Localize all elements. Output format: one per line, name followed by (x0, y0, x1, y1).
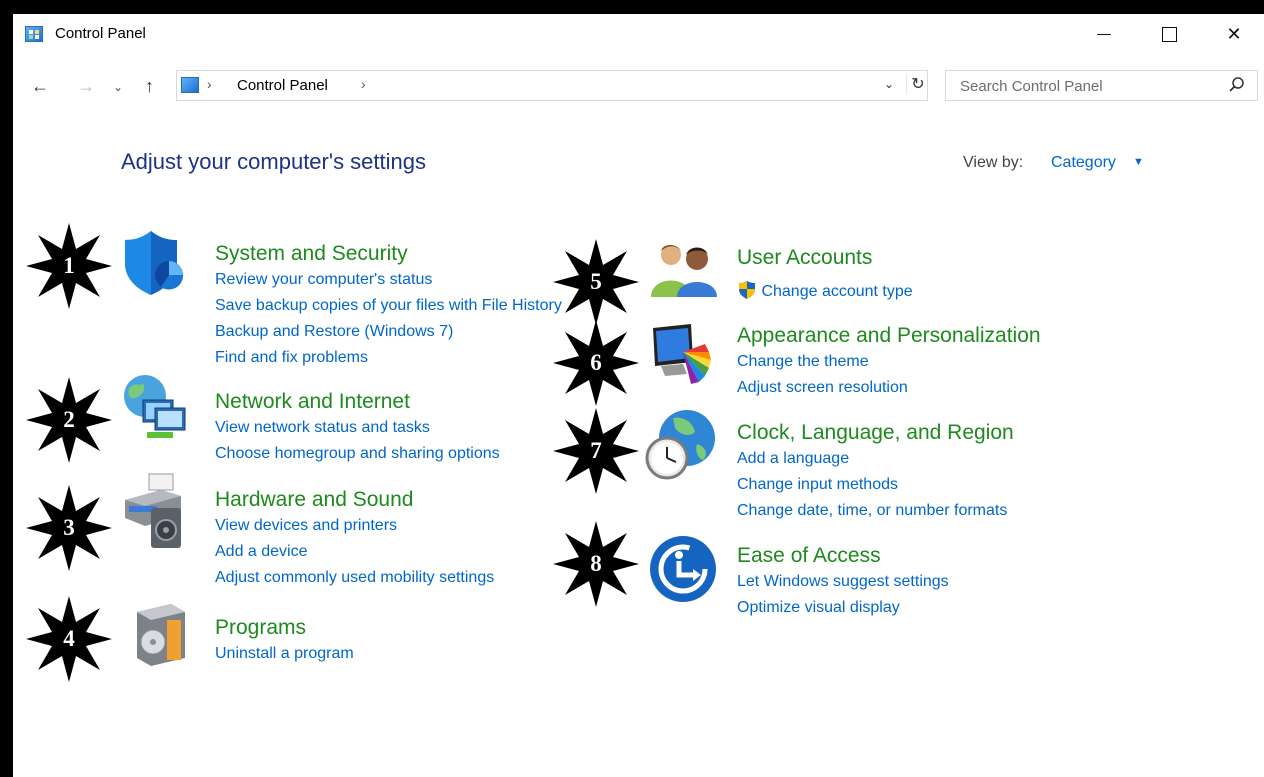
link-add-device[interactable]: Add a device (215, 539, 494, 565)
marker-label-7: 7 (590, 438, 602, 463)
view-by-dropdown[interactable]: Category (1051, 154, 1116, 172)
close-icon: ✕ (1226, 23, 1242, 44)
marker-label-2: 2 (63, 407, 75, 432)
link-input-methods[interactable]: Change input methods (737, 472, 1014, 498)
shield-icon (125, 231, 184, 295)
link-date-time-formats[interactable]: Change date, time, or number formats (737, 498, 1014, 524)
link-add-language[interactable]: Add a language (737, 446, 1014, 472)
category-appearance: Appearance and Personalization Change th… (737, 323, 1041, 401)
ease-of-access-icon (650, 536, 716, 602)
link-screen-resolution[interactable]: Adjust screen resolution (737, 375, 1041, 401)
marker-star-4: 4 (26, 596, 112, 682)
marker-star-5: 5 (553, 239, 639, 325)
marker-label-8: 8 (590, 551, 602, 576)
marker-star-3: 3 (26, 485, 112, 571)
breadcrumb-control-panel[interactable]: Control Panel (237, 77, 328, 94)
uac-shield-icon (739, 281, 755, 299)
link-homegroup-sharing[interactable]: Choose homegroup and sharing options (215, 441, 500, 467)
link-network-status[interactable]: View network status and tasks (215, 415, 500, 441)
minimize-icon (1097, 33, 1111, 35)
title-bar: Control Panel ✕ (13, 14, 1264, 56)
address-bar[interactable]: › Control Panel › ⌄ ↻ (176, 70, 928, 101)
category-network-and-internet: Network and Internet View network status… (215, 389, 500, 467)
marker-star-2: 2 (26, 377, 112, 463)
marker-label-6: 6 (590, 350, 602, 375)
control-panel-icon (181, 77, 199, 93)
category-title-user-accounts[interactable]: User Accounts (737, 245, 913, 271)
forward-button[interactable]: → (77, 76, 95, 97)
link-windows-suggest-settings[interactable]: Let Windows suggest settings (737, 569, 949, 595)
recent-locations-button[interactable]: ⌄ (113, 80, 123, 94)
search-placeholder: Search Control Panel (960, 78, 1103, 95)
link-review-status[interactable]: Review your computer's status (215, 267, 562, 293)
window-title: Control Panel (55, 25, 146, 42)
link-file-history[interactable]: Save backup copies of your files with Fi… (215, 293, 562, 319)
link-uninstall-program[interactable]: Uninstall a program (215, 641, 354, 667)
maximize-button[interactable] (1146, 18, 1192, 50)
search-icon[interactable] (1228, 76, 1246, 94)
link-change-theme[interactable]: Change the theme (737, 349, 1041, 375)
search-input[interactable]: Search Control Panel (945, 70, 1258, 101)
breadcrumb-separator[interactable]: › (207, 76, 212, 92)
marker-label-1: 1 (63, 253, 75, 278)
category-system-and-security: System and Security Review your computer… (215, 241, 562, 371)
link-find-fix-problems[interactable]: Find and fix problems (215, 345, 562, 371)
monitor-palette-icon (653, 324, 711, 384)
link-backup-restore[interactable]: Backup and Restore (Windows 7) (215, 319, 562, 345)
category-user-accounts: User Accounts Change account type (737, 245, 913, 305)
view-by-label: View by: (963, 154, 1024, 171)
category-title-ease-of-access[interactable]: Ease of Access (737, 543, 949, 569)
page-title: Adjust your computer's settings (121, 149, 427, 174)
category-title-clock-language-region[interactable]: Clock, Language, and Region (737, 420, 1014, 446)
link-change-account-type[interactable]: Change account type (761, 283, 912, 300)
globe-clock-icon (645, 410, 715, 480)
programs-icon (137, 604, 185, 666)
marker-label-5: 5 (590, 269, 602, 294)
close-button[interactable]: ✕ (1211, 18, 1257, 50)
network-icon (124, 375, 186, 438)
category-title-system-security[interactable]: System and Security (215, 241, 562, 267)
category-clock-language-region: Clock, Language, and Region Add a langua… (737, 420, 1014, 524)
marker-star-8: 8 (553, 521, 639, 607)
printer-icon (125, 473, 181, 548)
category-title-network-internet[interactable]: Network and Internet (215, 389, 500, 415)
link-mobility-settings[interactable]: Adjust commonly used mobility settings (215, 565, 494, 591)
category-title-hardware-sound[interactable]: Hardware and Sound (215, 487, 494, 513)
marker-star-7: 7 (553, 408, 639, 494)
category-programs: Programs Uninstall a program (215, 615, 354, 667)
back-button[interactable]: ← (31, 76, 49, 97)
link-optimize-visual-display[interactable]: Optimize visual display (737, 595, 949, 621)
category-title-appearance[interactable]: Appearance and Personalization (737, 323, 1041, 349)
control-panel-window: Control Panel ✕ ← → ⌄ ↑ › Control Panel … (13, 14, 1264, 777)
up-button[interactable]: ↑ (145, 76, 154, 97)
caret-down-icon[interactable]: ▼ (1133, 156, 1144, 168)
users-icon (651, 245, 717, 297)
category-title-programs[interactable]: Programs (215, 615, 354, 641)
control-panel-content: Adjust your computer's settings View by:… (13, 108, 1264, 777)
address-dropdown-button[interactable]: ⌄ (884, 77, 894, 91)
navigation-bar: ← → ⌄ ↑ › Control Panel › ⌄ ↻ Search Con… (13, 68, 1264, 108)
breadcrumb-separator[interactable]: › (361, 76, 366, 92)
control-panel-icon (25, 26, 43, 42)
marker-star-6: 6 (553, 320, 639, 406)
marker-star-1: 1 (26, 223, 112, 309)
maximize-icon (1161, 26, 1177, 42)
refresh-button[interactable]: ↻ (906, 74, 929, 94)
category-hardware-and-sound: Hardware and Sound View devices and prin… (215, 487, 494, 591)
category-ease-of-access: Ease of Access Let Windows suggest setti… (737, 543, 949, 621)
link-devices-printers[interactable]: View devices and printers (215, 513, 494, 539)
change-account-type-row: Change account type (737, 279, 913, 305)
minimize-button[interactable] (1081, 18, 1127, 50)
marker-label-3: 3 (63, 515, 75, 540)
marker-label-4: 4 (63, 626, 75, 651)
